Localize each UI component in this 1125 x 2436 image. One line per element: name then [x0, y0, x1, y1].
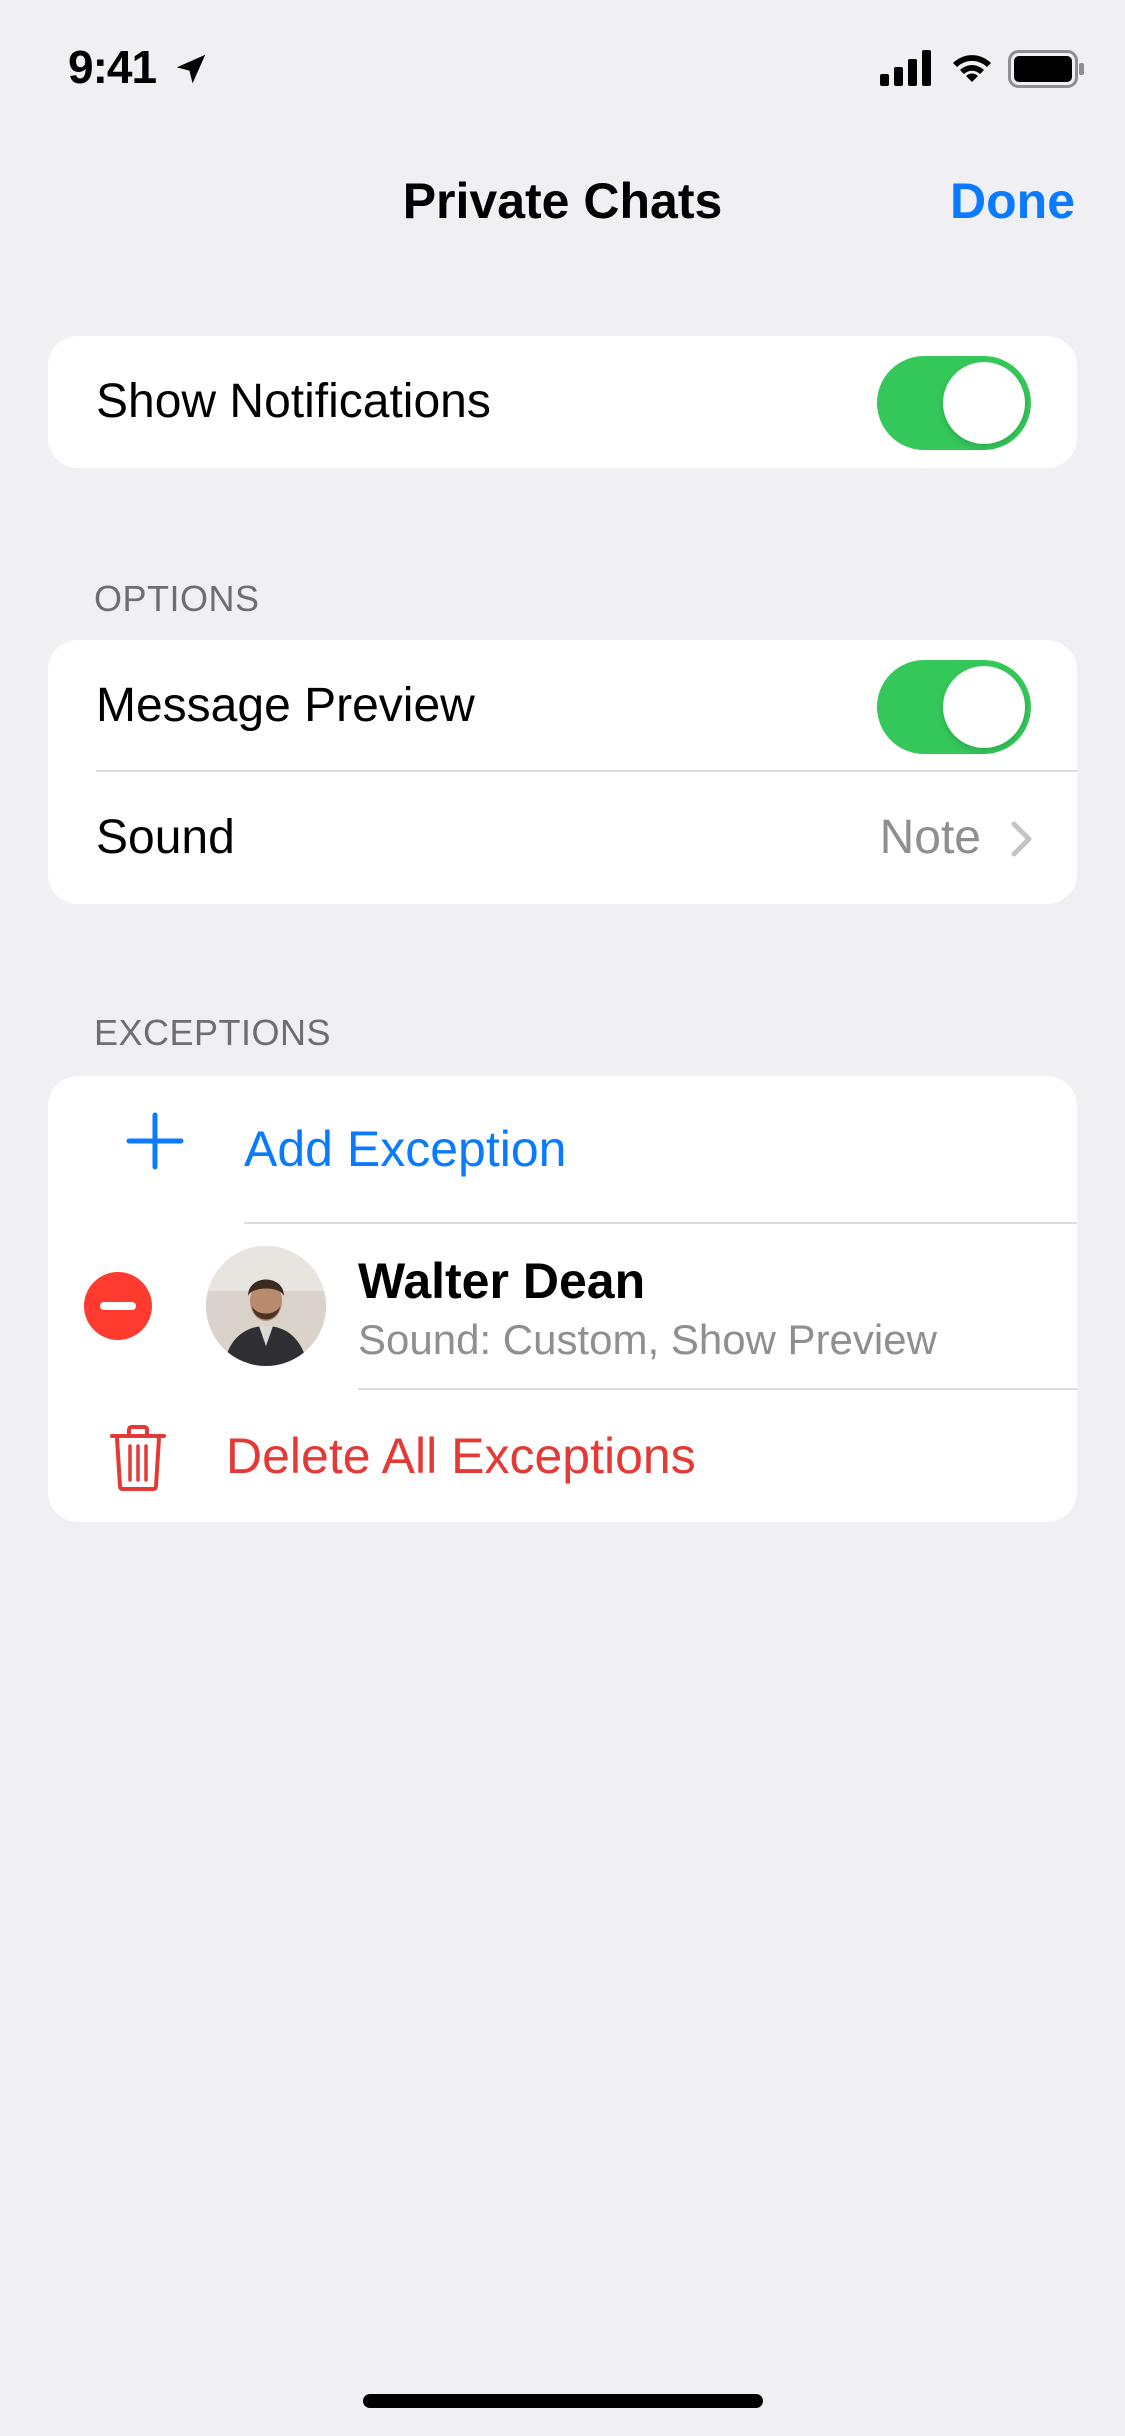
show-notifications-label: Show Notifications — [96, 375, 491, 428]
notifications-group: Show Notifications — [48, 336, 1077, 468]
options-section-header: OPTIONS — [94, 578, 260, 619]
exceptions-section-header: EXCEPTIONS — [94, 1012, 332, 1053]
add-exception-label: Add Exception — [244, 1121, 567, 1177]
done-button[interactable]: Done — [950, 172, 1075, 230]
battery-icon — [1008, 50, 1084, 88]
toggle-knob — [943, 362, 1025, 444]
wifi-icon — [953, 55, 991, 82]
show-notifications-row: Show Notifications — [48, 336, 1077, 468]
delete-all-exceptions-row[interactable]: Delete All Exceptions — [48, 1390, 1077, 1522]
minus-icon — [100, 1302, 136, 1310]
exception-contact-detail: Sound: Custom, Show Preview — [358, 1316, 937, 1363]
location-arrow-icon — [176, 54, 206, 84]
sound-value: Note — [879, 811, 981, 864]
avatar — [206, 1246, 326, 1366]
options-group: Message Preview Sound Note — [48, 640, 1077, 904]
sound-row[interactable]: Sound Note — [48, 772, 1077, 904]
navigation-bar: Private Chats Done — [0, 150, 1125, 250]
sound-label: Sound — [96, 811, 235, 864]
add-exception-row[interactable]: Add Exception — [48, 1076, 1077, 1224]
message-preview-label: Message Preview — [96, 679, 475, 732]
status-time: 9:41 — [68, 41, 157, 93]
message-preview-toggle[interactable] — [877, 660, 1031, 754]
toggle-knob — [943, 666, 1025, 748]
plus-icon — [126, 1112, 184, 1170]
cellular-signal-icon — [880, 50, 931, 86]
message-preview-row: Message Preview — [48, 640, 1077, 772]
home-indicator — [363, 2394, 763, 2408]
avatar-photo — [206, 1246, 326, 1366]
chevron-right-icon — [1011, 821, 1032, 857]
exception-contact-name: Walter Dean — [358, 1253, 646, 1309]
delete-all-exceptions-label: Delete All Exceptions — [226, 1428, 696, 1484]
remove-exception-button[interactable] — [84, 1272, 152, 1340]
exception-item[interactable]: Walter Dean Sound: Custom, Show Preview — [48, 1224, 1077, 1390]
status-bar: 9:41 — [0, 0, 1125, 140]
show-notifications-toggle[interactable] — [877, 356, 1031, 450]
trash-icon — [110, 1425, 166, 1491]
exceptions-group: Add Exception Walter Dean Sound: Custom,… — [48, 1076, 1077, 1522]
